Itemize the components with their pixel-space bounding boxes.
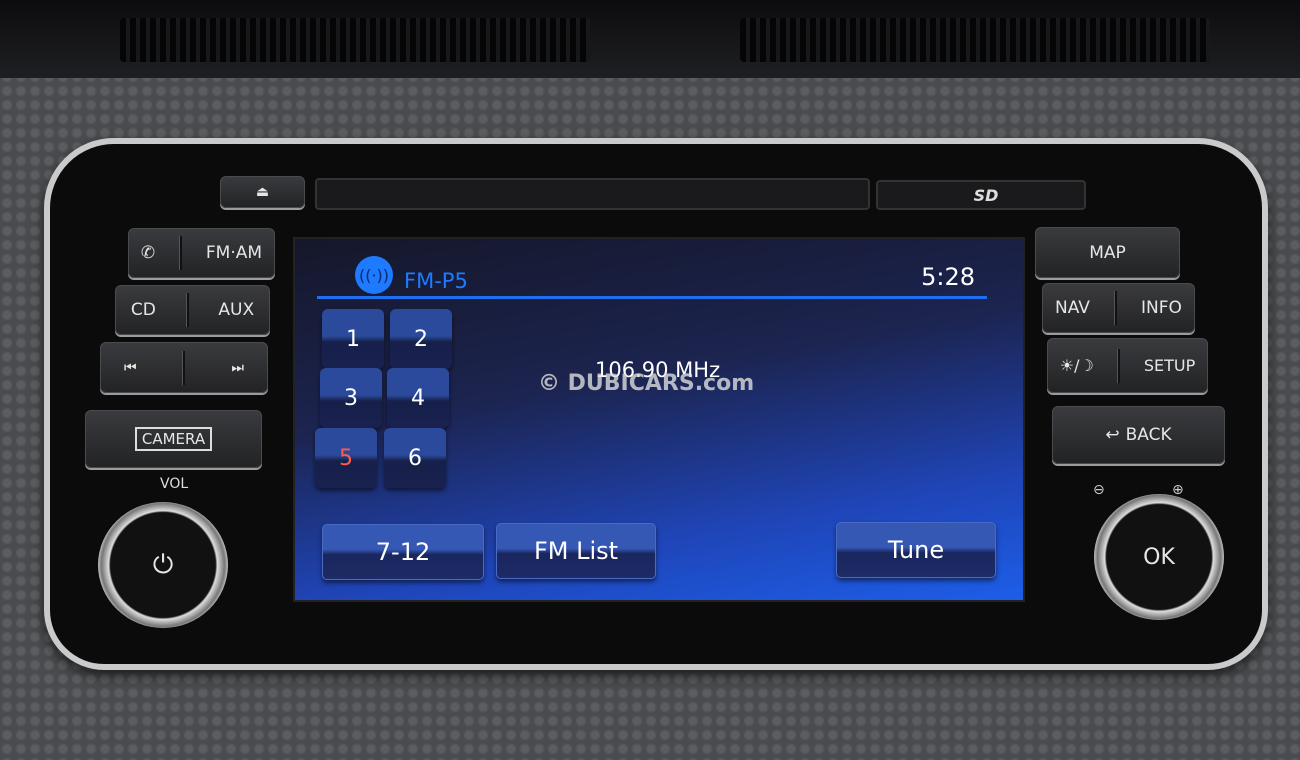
preset-6[interactable]: 6 [384, 428, 446, 488]
preset-label: 2 [414, 326, 428, 352]
eject-icon: ⏏ [255, 184, 270, 200]
presets-7-12-button[interactable]: 7-12 [322, 524, 484, 580]
eject-button[interactable]: ⏏ [220, 176, 305, 208]
aux-label: AUX [218, 300, 255, 320]
map-label: MAP [1089, 242, 1126, 263]
track-seek-button[interactable]: ⏮ ⏭ [100, 342, 268, 393]
air-vent [0, 0, 1300, 78]
ok-label: OK [1143, 544, 1175, 570]
button-label: FM List [533, 537, 619, 565]
source-label: FM-P5 [404, 269, 468, 293]
nav-label: NAV [1055, 298, 1090, 318]
header-divider [317, 296, 987, 299]
watermark: © DUBICARS.com [538, 371, 755, 396]
ok-knob[interactable]: OK [1094, 494, 1224, 620]
cd-slot [315, 178, 870, 210]
nav-info-button[interactable]: NAV INFO [1042, 283, 1195, 333]
preset-5-active[interactable]: 5 [315, 428, 377, 488]
previous-icon: ⏮ [123, 359, 137, 376]
preset-label: 6 [408, 445, 422, 471]
back-label: BACK [1125, 425, 1172, 445]
vol-label: VOL [160, 476, 189, 492]
camera-button[interactable]: CAMERA [85, 410, 262, 468]
power-icon: ⏻ [152, 549, 174, 580]
clock: 5:28 [921, 263, 975, 291]
day-night-icon: ☀/☽ [1059, 356, 1094, 375]
preset-label: 4 [411, 385, 425, 411]
preset-label: 5 [339, 445, 353, 471]
setup-label: SETUP [1143, 356, 1196, 375]
preset-label: 1 [346, 326, 360, 352]
daynight-setup-button[interactable]: ☀/☽ SETUP [1047, 338, 1208, 393]
back-arrow-icon: ↩ [1105, 425, 1120, 445]
phone-icon: ✆ [140, 243, 156, 263]
map-button[interactable]: MAP [1035, 227, 1180, 278]
preset-label: 3 [344, 385, 358, 411]
camera-label: CAMERA [134, 427, 213, 451]
preset-2[interactable]: 2 [390, 309, 452, 369]
sd-logo: SD [973, 185, 999, 205]
radio-waves-icon: ((·)) [355, 256, 393, 294]
fm-am-label: FM·AM [205, 243, 263, 263]
next-icon: ⏭ [231, 359, 245, 376]
touchscreen: ((·)) FM-P5 5:28 1 2 3 4 5 6 106.90 MHz … [293, 237, 1025, 602]
preset-3[interactable]: 3 [320, 368, 382, 428]
cd-label: CD [130, 300, 156, 320]
tune-button[interactable]: Tune [836, 522, 996, 578]
button-label: 7-12 [375, 538, 431, 566]
fm-list-button[interactable]: FM List [496, 523, 656, 579]
power-volume-knob[interactable]: ⏻ [98, 502, 228, 628]
back-button[interactable]: ↩ BACK [1052, 406, 1225, 464]
info-label: INFO [1141, 298, 1182, 318]
sd-slot: SD [876, 180, 1086, 210]
zoom-out-icon: ⊖ [1093, 482, 1105, 498]
preset-1[interactable]: 1 [322, 309, 384, 369]
cd-aux-button[interactable]: CD AUX [115, 285, 270, 335]
phone-fmam-button[interactable]: ✆ FM·AM [128, 228, 275, 278]
button-label: Tune [887, 536, 945, 564]
preset-4[interactable]: 4 [387, 368, 449, 428]
